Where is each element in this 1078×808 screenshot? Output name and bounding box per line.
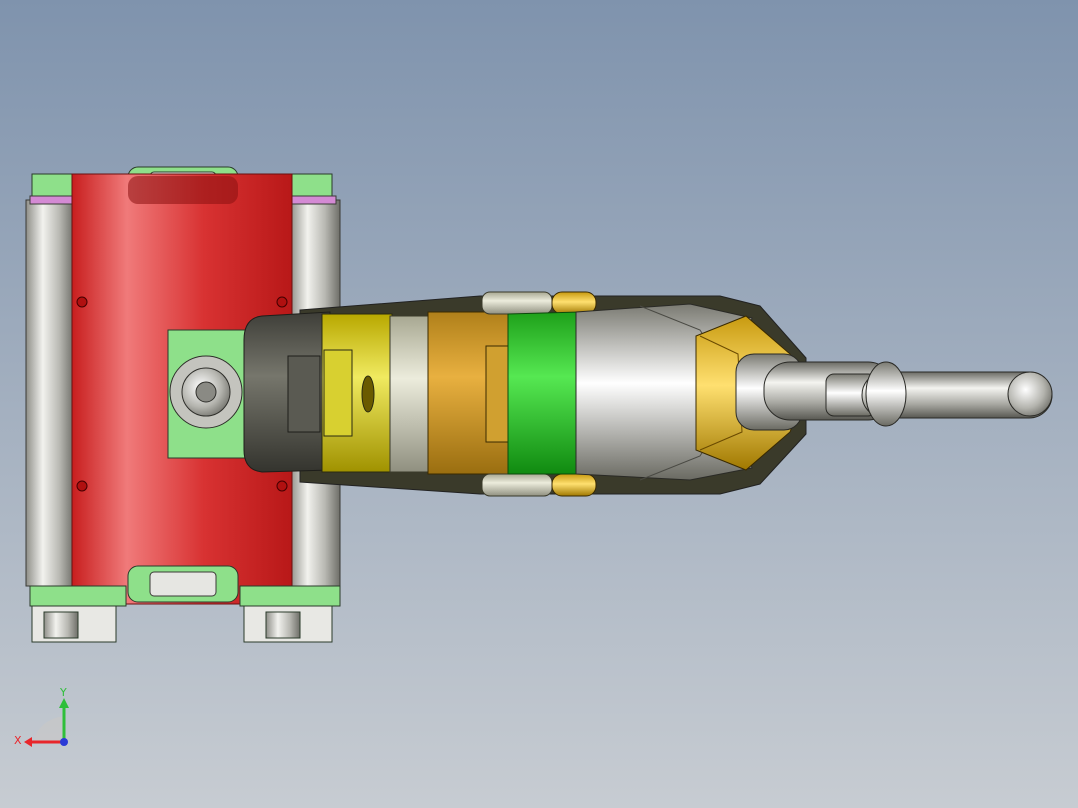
triad-plane bbox=[34, 716, 64, 742]
coordinate-triad: Y X bbox=[14, 686, 69, 747]
lower-ring-cream bbox=[481, 473, 553, 497]
arm-segment-green bbox=[507, 311, 581, 475]
joint-mount bbox=[167, 329, 253, 459]
arm-segment-cream bbox=[389, 315, 431, 473]
y-axis-label: Y bbox=[59, 686, 67, 699]
cad-viewport[interactable]: Y X bbox=[0, 0, 1078, 808]
upper-ring-cream bbox=[481, 291, 553, 315]
x-axis-label: X bbox=[14, 734, 22, 747]
y-axis-arrow bbox=[59, 698, 69, 708]
x-axis-arrow bbox=[24, 737, 32, 747]
robot-model[interactable] bbox=[0, 0, 1078, 808]
z-axis-dot bbox=[60, 738, 68, 746]
lower-ring-gold bbox=[551, 473, 597, 497]
